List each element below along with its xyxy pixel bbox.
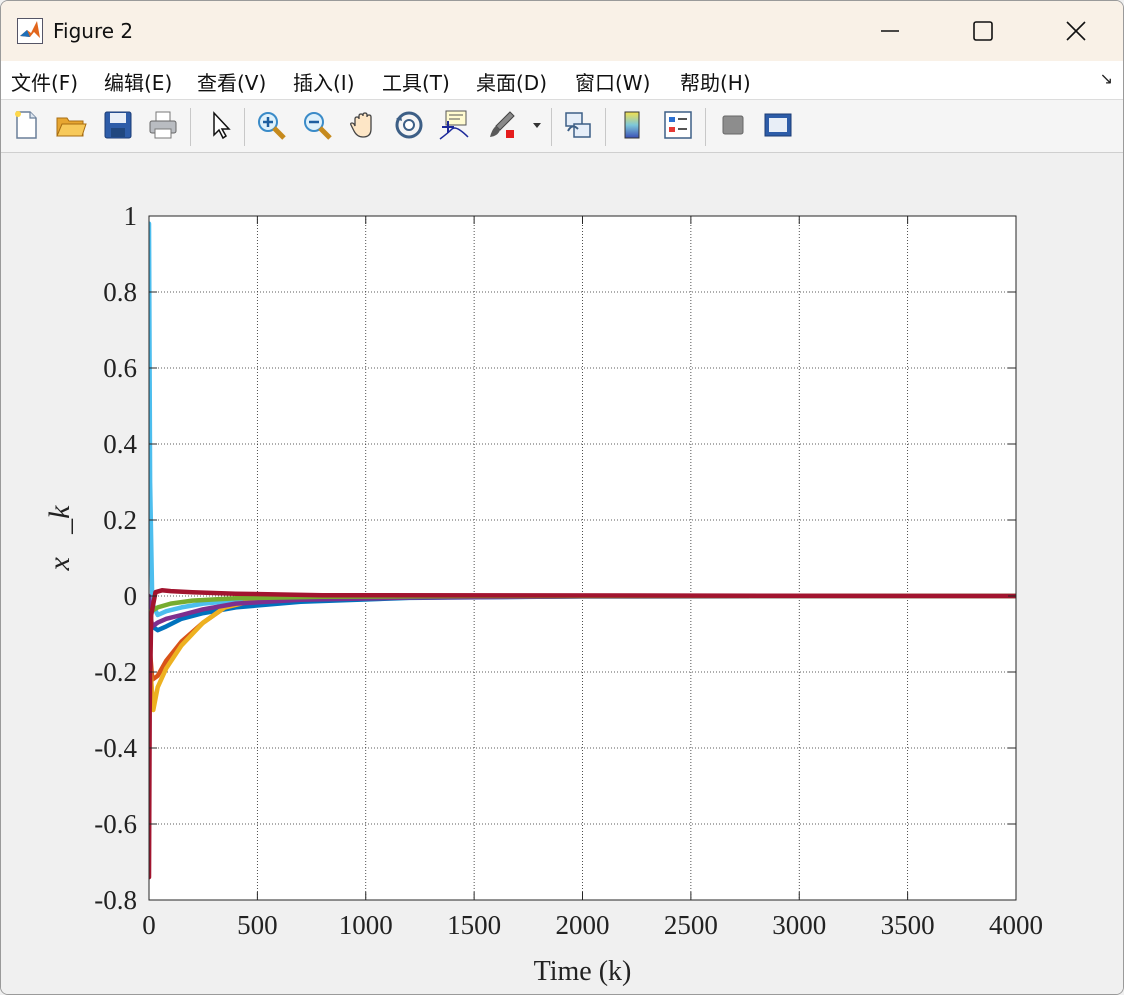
y-tick-label: 0.4	[103, 429, 137, 459]
line-chart[interactable]: 0 500 1000 1500 2000 2500 3000 3500 4000 1 0.8 0.6 0…	[1, 153, 1123, 994]
edit-plot-icon[interactable]	[204, 109, 236, 141]
matlab-icon	[17, 18, 43, 44]
x-tick-label: 2000	[556, 910, 610, 940]
legend-icon[interactable]	[662, 109, 694, 141]
x-tick-label: 3000	[772, 910, 826, 940]
show-plot-tools-icon[interactable]	[762, 109, 794, 141]
toolbar-separator	[551, 108, 552, 146]
minimize-button[interactable]	[843, 1, 937, 61]
y-tick-label: 0	[124, 581, 138, 611]
open-file-icon[interactable]	[55, 109, 87, 141]
menu-help[interactable]: 帮助(H)	[680, 67, 751, 96]
window-title: Figure 2	[53, 19, 134, 43]
hide-plot-tools-icon[interactable]	[717, 109, 749, 141]
brush-icon[interactable]	[486, 109, 518, 141]
x-tick-label: 4000	[989, 910, 1043, 940]
title-bar: Figure 2	[1, 1, 1123, 61]
y-tick-label: -0.4	[94, 733, 137, 763]
x-tick-label: 1000	[339, 910, 393, 940]
y-tick-label: 0.2	[103, 505, 137, 535]
y-tick-label: -0.8	[94, 885, 137, 915]
menu-tools[interactable]: 工具(T)	[382, 67, 450, 96]
figure-toolbar	[1, 100, 1123, 153]
x-tick-label: 3500	[881, 910, 935, 940]
x-tick-label: 0	[142, 910, 156, 940]
pan-icon[interactable]	[347, 109, 379, 141]
maximize-icon	[973, 21, 993, 41]
toolbar-separator	[705, 108, 706, 146]
zoom-out-icon[interactable]	[301, 109, 333, 141]
zoom-in-icon[interactable]	[255, 109, 287, 141]
menu-view[interactable]: 查看(V)	[197, 67, 266, 96]
x-tick-label: 1500	[447, 910, 501, 940]
menu-file[interactable]: 文件(F)	[11, 67, 78, 96]
y-tick-label: 1	[124, 201, 138, 231]
dock-arrow-icon[interactable]: ↘	[1100, 69, 1113, 88]
close-button[interactable]	[1029, 1, 1123, 61]
y-tick-label: -0.6	[94, 809, 137, 839]
menu-bar: 文件(F) 编辑(E) 查看(V) 插入(I) 工具(T) 桌面(D) 窗口(W…	[1, 61, 1123, 100]
close-icon	[1066, 21, 1086, 41]
figure-canvas: 0 500 1000 1500 2000 2500 3000 3500 4000 1 0.8 0.6 0…	[1, 153, 1123, 994]
toolbar-separator	[605, 108, 606, 146]
brush-dropdown-icon[interactable]	[530, 109, 544, 141]
link-plot-icon[interactable]	[562, 109, 594, 141]
y-tick-label: 0.6	[103, 353, 137, 383]
menu-insert[interactable]: 插入(I)	[293, 67, 355, 96]
x-tick-label: 500	[237, 910, 278, 940]
rotate-3d-icon[interactable]	[393, 109, 425, 141]
toolbar-separator	[244, 108, 245, 146]
y-tick-label: 0.8	[103, 277, 137, 307]
menu-window[interactable]: 窗口(W)	[575, 67, 650, 96]
minimize-icon	[881, 30, 899, 32]
menu-desktop[interactable]: 桌面(D)	[476, 67, 547, 96]
y-axis-label: x⃗_k	[43, 505, 76, 572]
x-tick-label: 2500	[664, 910, 718, 940]
print-icon[interactable]	[147, 109, 179, 141]
new-figure-icon[interactable]	[10, 109, 42, 141]
data-cursor-icon[interactable]	[438, 109, 470, 141]
maximize-button[interactable]	[936, 1, 1030, 61]
figure-window: Figure 2 文件(F) 编辑(E) 查看(V) 插入(I) 工具(T) 桌…	[0, 0, 1124, 995]
save-icon[interactable]	[102, 109, 134, 141]
y-tick-label: -0.2	[94, 657, 137, 687]
x-axis-label: Time (k)	[534, 956, 632, 987]
colorbar-icon[interactable]	[616, 109, 648, 141]
menu-edit[interactable]: 编辑(E)	[104, 67, 172, 96]
toolbar-separator	[190, 108, 191, 146]
